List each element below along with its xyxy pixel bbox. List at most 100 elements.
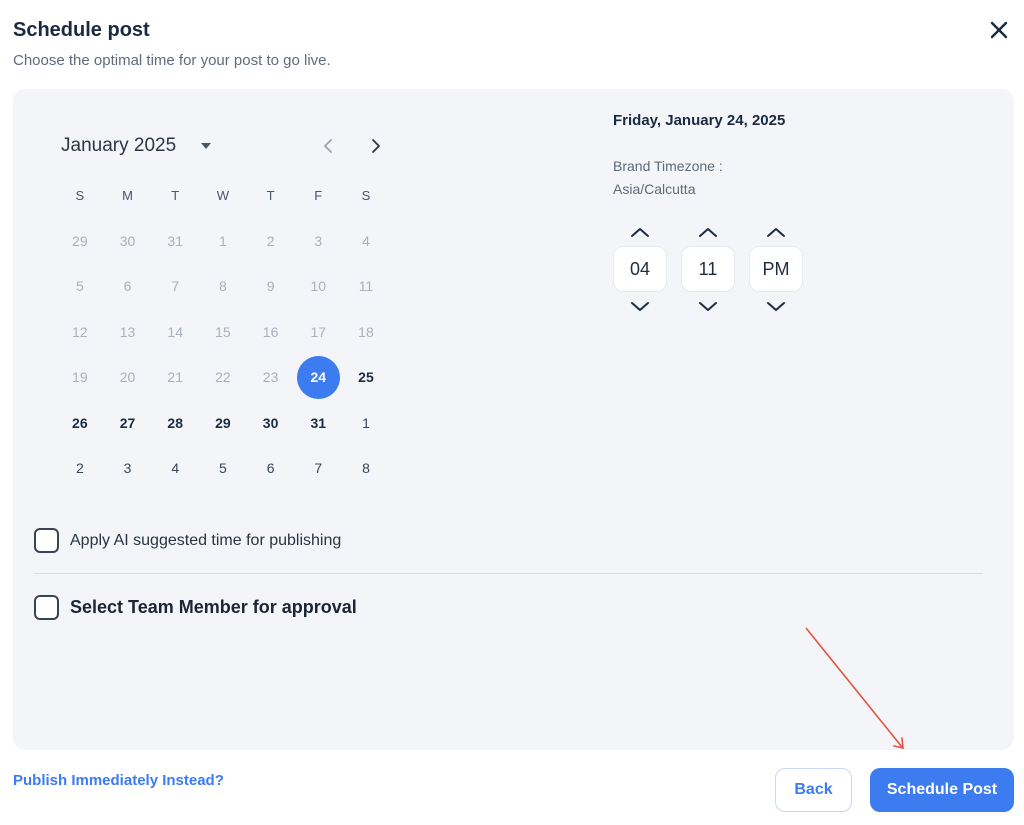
team-approval-option[interactable]: Select Team Member for approval — [34, 595, 357, 620]
calendar-week: 5 6 7 8 9 10 11 — [56, 264, 390, 310]
calendar-week: 26 27 28 29 30 31 1 — [56, 400, 390, 446]
hour-up-button[interactable] — [625, 220, 655, 244]
weekday-label: T — [171, 187, 180, 203]
calendar-day-selected[interactable]: 24 — [294, 355, 342, 399]
calendar-day: 11 — [358, 278, 374, 295]
weekday-label: M — [122, 187, 133, 203]
month-label: January 2025 — [61, 135, 177, 156]
calendar-day: 31 — [167, 232, 183, 249]
calendar-day: 3 — [314, 232, 323, 249]
calendar-day[interactable]: 6 — [247, 447, 295, 489]
calendar-day: 21 — [167, 369, 183, 386]
hour-value[interactable]: 04 — [613, 246, 667, 292]
minute-picker: 11 — [681, 220, 735, 318]
chevron-down-icon — [631, 301, 649, 311]
weekday-header: S M T W T F S — [56, 172, 390, 218]
calendar-day: 10 — [310, 278, 327, 295]
chevron-down-icon — [699, 301, 717, 311]
chevron-up-icon — [631, 227, 649, 237]
prev-month-button[interactable] — [316, 134, 340, 158]
calendar-week: 29 30 31 1 2 3 4 — [56, 218, 390, 264]
schedule-post-button[interactable]: Schedule Post — [870, 768, 1014, 812]
chevron-left-icon — [324, 139, 332, 153]
team-approval-label: Select Team Member for approval — [70, 597, 357, 617]
month-dropdown-button[interactable] — [199, 139, 213, 153]
ai-suggested-time-option[interactable]: Apply AI suggested time for publishing — [34, 528, 341, 553]
close-button[interactable] — [984, 15, 1014, 45]
calendar-day[interactable]: 31 — [294, 402, 342, 444]
calendar-day: 18 — [358, 323, 374, 340]
calendar-day: 6 — [123, 278, 132, 295]
calendar-day: 15 — [215, 323, 231, 340]
next-month-button[interactable] — [364, 134, 388, 158]
calendar-day[interactable]: 26 — [56, 402, 104, 444]
hour-picker: 04 — [613, 220, 667, 318]
chevron-up-icon — [699, 227, 717, 237]
calendar-day: 13 — [119, 323, 136, 340]
period-picker: PM — [749, 220, 803, 318]
timezone-value: Asia/Calcutta — [613, 181, 696, 197]
calendar-day: 14 — [167, 323, 183, 340]
ai-suggested-time-checkbox[interactable] — [34, 528, 59, 553]
calendar-day: 9 — [266, 278, 275, 295]
chevron-up-icon — [767, 227, 785, 237]
calendar-grid: S M T W T F S 29 30 31 1 2 3 4 5 6 7 8 9… — [56, 172, 390, 491]
hour-down-button[interactable] — [625, 294, 655, 318]
minute-down-button[interactable] — [693, 294, 723, 318]
period-value[interactable]: PM — [749, 246, 803, 292]
calendar-day: 16 — [262, 323, 279, 340]
caret-down-icon — [201, 143, 211, 149]
calendar-week: 2 3 4 5 6 7 8 — [56, 446, 390, 492]
weekday-label: W — [216, 187, 230, 203]
weekday-label: F — [314, 187, 323, 203]
period-up-button[interactable] — [761, 220, 791, 244]
team-approval-checkbox[interactable] — [34, 595, 59, 620]
publish-immediately-link[interactable]: Publish Immediately Instead? — [13, 772, 224, 789]
calendar-day: 30 — [119, 232, 136, 249]
selected-day-label: 24 — [296, 355, 340, 399]
calendar-day[interactable]: 8 — [342, 447, 390, 489]
calendar-day: 23 — [262, 369, 279, 386]
schedule-post-dialog: Schedule post Choose the optimal time fo… — [0, 0, 1024, 825]
divider — [34, 573, 983, 574]
weekday-label: S — [75, 187, 85, 203]
weekday-label: T — [266, 187, 275, 203]
calendar-day[interactable]: 30 — [247, 402, 295, 444]
calendar-day: 20 — [119, 369, 136, 386]
calendar-day: 22 — [215, 369, 231, 386]
calendar-day: 12 — [72, 323, 88, 340]
minute-up-button[interactable] — [693, 220, 723, 244]
chevron-right-icon — [372, 139, 380, 153]
timezone-label: Brand Timezone : — [613, 158, 723, 174]
calendar-day[interactable]: 5 — [199, 447, 247, 489]
calendar-day[interactable]: 3 — [104, 447, 152, 489]
calendar-day: 2 — [266, 232, 275, 249]
minute-value[interactable]: 11 — [681, 246, 735, 292]
calendar-day[interactable]: 29 — [199, 402, 247, 444]
back-button[interactable]: Back — [775, 768, 852, 812]
annotation-arrow-icon — [805, 627, 904, 750]
calendar-day[interactable]: 2 — [56, 447, 104, 489]
dialog-subtitle: Choose the optimal time for your post to… — [13, 52, 331, 69]
chevron-down-icon — [767, 301, 785, 311]
calendar-day: 1 — [219, 232, 227, 249]
calendar-day[interactable]: 27 — [104, 402, 152, 444]
calendar-day: 29 — [72, 232, 88, 249]
calendar-week: 12 13 14 15 16 17 18 — [56, 309, 390, 355]
calendar-day: 19 — [72, 369, 88, 386]
calendar-day[interactable]: 7 — [294, 447, 342, 489]
calendar-day[interactable]: 1 — [342, 402, 390, 444]
timezone-info: Brand Timezone : Asia/Calcutta — [613, 155, 723, 201]
calendar-day: 8 — [219, 278, 227, 295]
calendar-day: 4 — [362, 232, 370, 249]
calendar-week: 19 20 21 22 23 24 25 — [56, 355, 390, 401]
calendar-day[interactable]: 28 — [151, 402, 199, 444]
weekday-label: S — [361, 187, 371, 203]
calendar-day: 7 — [171, 278, 180, 295]
calendar-day[interactable]: 4 — [151, 447, 199, 489]
calendar-day[interactable]: 25 — [342, 356, 390, 398]
close-icon — [990, 21, 1008, 39]
calendar-day: 5 — [75, 278, 84, 295]
period-down-button[interactable] — [761, 294, 791, 318]
ai-suggested-time-label: Apply AI suggested time for publishing — [70, 531, 342, 549]
